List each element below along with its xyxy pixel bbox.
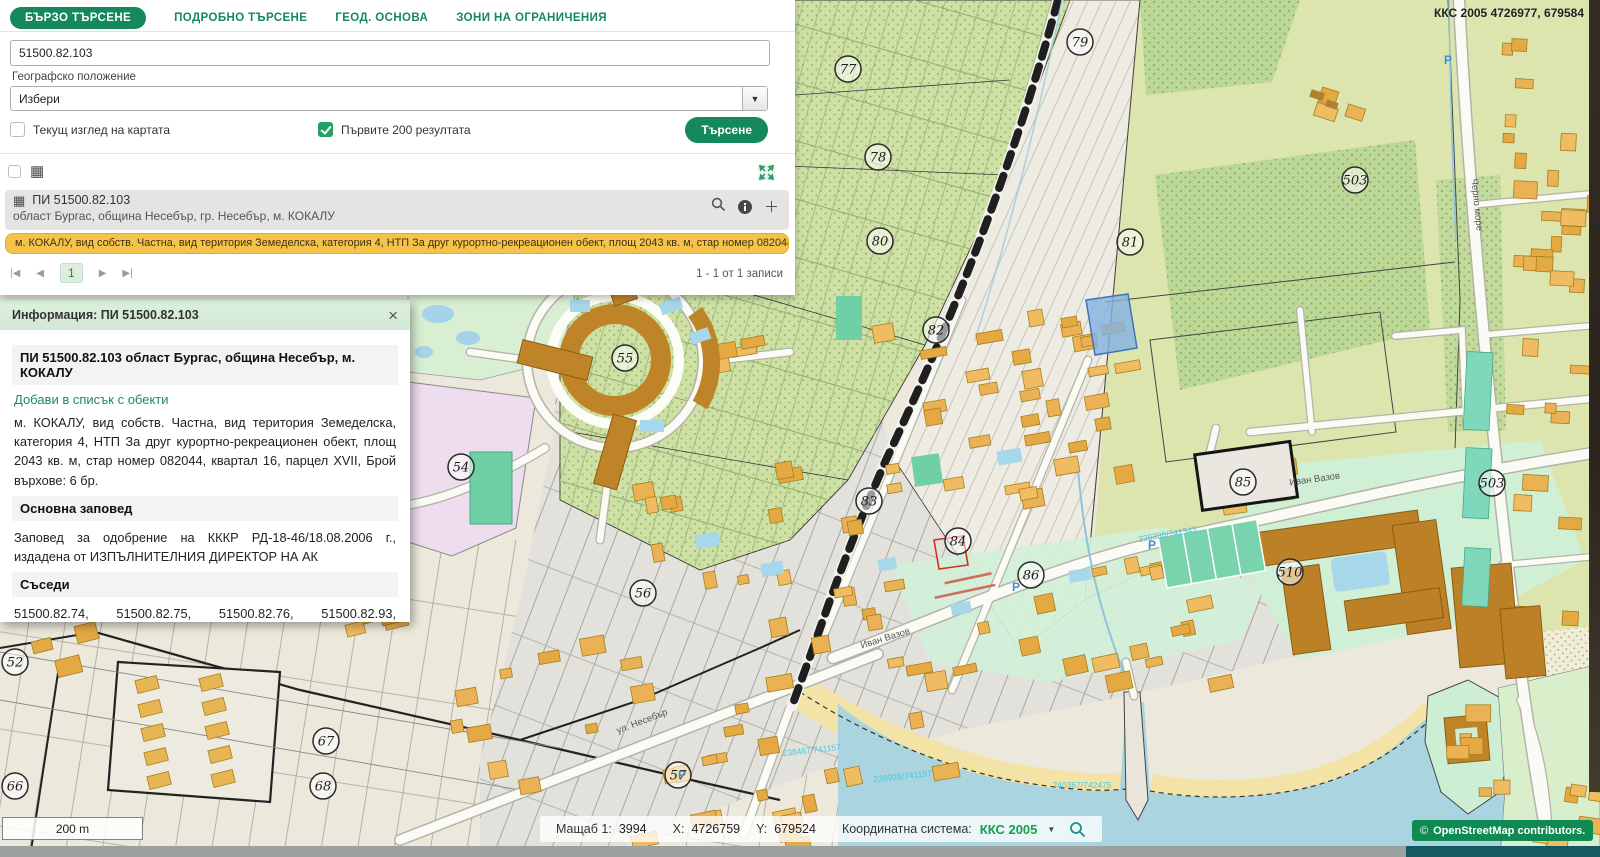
add-to-object-list-link[interactable]: Добави в списък с обекти [14,392,398,407]
svg-text:55: 55 [617,352,634,367]
svg-text:54: 54 [453,461,470,476]
scale-value[interactable]: 3994 [619,822,647,836]
crs-label: Координатна система: [842,822,972,836]
bottom-edge-strip-dark [1406,846,1600,857]
svg-text:503: 503 [1343,174,1368,189]
coordinate-search-icon[interactable] [1069,821,1086,838]
svg-text:81: 81 [1122,236,1139,251]
tab-quick-search[interactable]: БЪРЗО ТЪРСЕНЕ [10,7,146,29]
crs-value[interactable]: ККС 2005 [980,822,1038,837]
info-panel-title: Информация: ПИ 51500.82.103 [12,308,199,322]
last-page-button[interactable]: ▶| [122,268,132,279]
highlighted-parcel [1086,294,1137,355]
svg-text:P: P [678,768,686,782]
next-page-button[interactable]: ▶ [99,268,107,279]
svg-text:85: 85 [1235,476,1252,491]
close-icon[interactable]: × [388,307,398,324]
tab-geodetic-base[interactable]: ГЕОД. ОСНОВА [335,12,428,24]
svg-text:P: P [1444,53,1452,67]
svg-text:80: 80 [872,235,889,250]
parcel-description: м. КОКАЛУ, вид собств. Частна, вид терит… [14,413,396,490]
svg-text:P: P [1012,580,1020,594]
application-window: 7779788081828384858651050350355545657526… [0,0,1600,857]
cursor-coordinates-readout: ККС 2005 4726977, 679584 [1434,6,1584,20]
current-page-button[interactable]: 1 [60,263,83,283]
parcel-info-panel: Информация: ПИ 51500.82.103 × ПИ 51500.8… [0,300,410,622]
x-label: X: [673,822,685,836]
svg-text:P: P [1148,538,1156,552]
tab-detailed-search[interactable]: ПОДРОБНО ТЪРСЕНЕ [174,12,307,24]
first-200-results-label: Първите 200 резултата [341,123,471,137]
select-all-results-checkbox[interactable] [8,165,21,178]
svg-text:86: 86 [1023,569,1040,584]
svg-text:83: 83 [861,495,878,510]
x-value: 4726759 [691,822,740,836]
search-input[interactable] [10,40,770,66]
svg-text:240367/742475: 240367/742475 [1052,780,1111,790]
search-button[interactable]: Търсене [685,117,768,143]
parcel-grid-icon: ▦ [13,194,25,207]
geo-location-label: Географско положение [12,71,136,83]
result-row[interactable]: ▦ ПИ 51500.82.103 област Бургас, община … [5,190,789,230]
tab-restriction-zones[interactable]: ЗОНИ НА ОГРАНИЧЕНИЯ [456,12,607,24]
svg-text:66: 66 [7,780,24,795]
geo-location-select[interactable]: Избери ▼ [10,86,768,111]
svg-text:77: 77 [840,63,857,78]
svg-text:52: 52 [7,656,24,671]
crs-dropdown-arrow-icon[interactable]: ▼ [1047,825,1055,834]
svg-text:510: 510 [1278,566,1303,581]
result-info-icon[interactable] [738,200,752,214]
osm-attribution-badge[interactable]: © OpenStreetMap contributors. [1412,820,1593,841]
neighbors-heading: Съседи [12,572,398,597]
grid-view-icon[interactable]: ▦ [30,164,44,179]
parcel-header: ПИ 51500.82.103 област Бургас, община Не… [12,345,398,385]
order-text: Заповед за одобрение на КККР РД-18-46/18… [14,528,396,566]
order-heading: Основна заповед [12,496,398,521]
map-edge-strip [1589,0,1600,792]
svg-text:84: 84 [950,535,967,550]
current-map-view-label: Текущ изглед на картата [33,123,170,137]
scale-label: Мащаб 1: [556,822,612,836]
y-label: Y: [756,822,767,836]
result-title: ПИ 51500.82.103 [32,193,130,207]
first-200-results-checkbox[interactable] [318,122,333,137]
zoom-to-result-icon[interactable] [711,197,726,217]
search-panel: БЪРЗО ТЪРСЕНЕ ПОДРОБНО ТЪРСЕНЕ ГЕОД. ОСН… [0,0,795,295]
current-map-view-checkbox[interactable] [10,122,25,137]
svg-text:78: 78 [870,151,887,166]
attribution-text: OpenStreetMap contributors. [1433,825,1585,837]
result-subtitle: област Бургас, община Несебър, гр. Несеб… [13,209,781,223]
add-result-icon[interactable]: ＋ [764,200,779,215]
result-detail-highlighted-row[interactable]: м. КОКАЛУ, вид собств. Частна, вид терит… [5,233,789,254]
copyright-icon: © [1420,825,1428,837]
y-value: 679524 [774,822,816,836]
svg-text:68: 68 [315,780,332,795]
svg-text:79: 79 [1072,36,1089,51]
svg-text:56: 56 [635,587,652,602]
svg-text:503: 503 [1480,477,1505,492]
svg-text:82: 82 [928,324,945,339]
first-page-button[interactable]: |◀ [10,268,20,279]
map-status-bar: Мащаб 1: 3994 X: 4726759 Y: 679524 Коорд… [540,816,1102,842]
svg-text:67: 67 [318,735,335,750]
chevron-down-icon[interactable]: ▼ [742,87,767,110]
expand-results-icon[interactable] [758,164,775,181]
prev-page-button[interactable]: ◀ [36,268,44,279]
geo-location-selected-value: Избери [11,87,767,111]
neighbors-list: 51500.82.74, 51500.82.75, 51500.82.76, 5… [14,604,396,622]
results-pagination: |◀ ◀ 1 ▶ ▶| [10,263,133,283]
pagination-summary: 1 - 1 от 1 записи [696,268,783,280]
search-tabs: БЪРЗО ТЪРСЕНЕ ПОДРОБНО ТЪРСЕНЕ ГЕОД. ОСН… [0,0,795,32]
bottom-edge-strip [0,846,1600,857]
results-divider [0,153,795,154]
map-scale-bar: 200 m [2,817,143,840]
